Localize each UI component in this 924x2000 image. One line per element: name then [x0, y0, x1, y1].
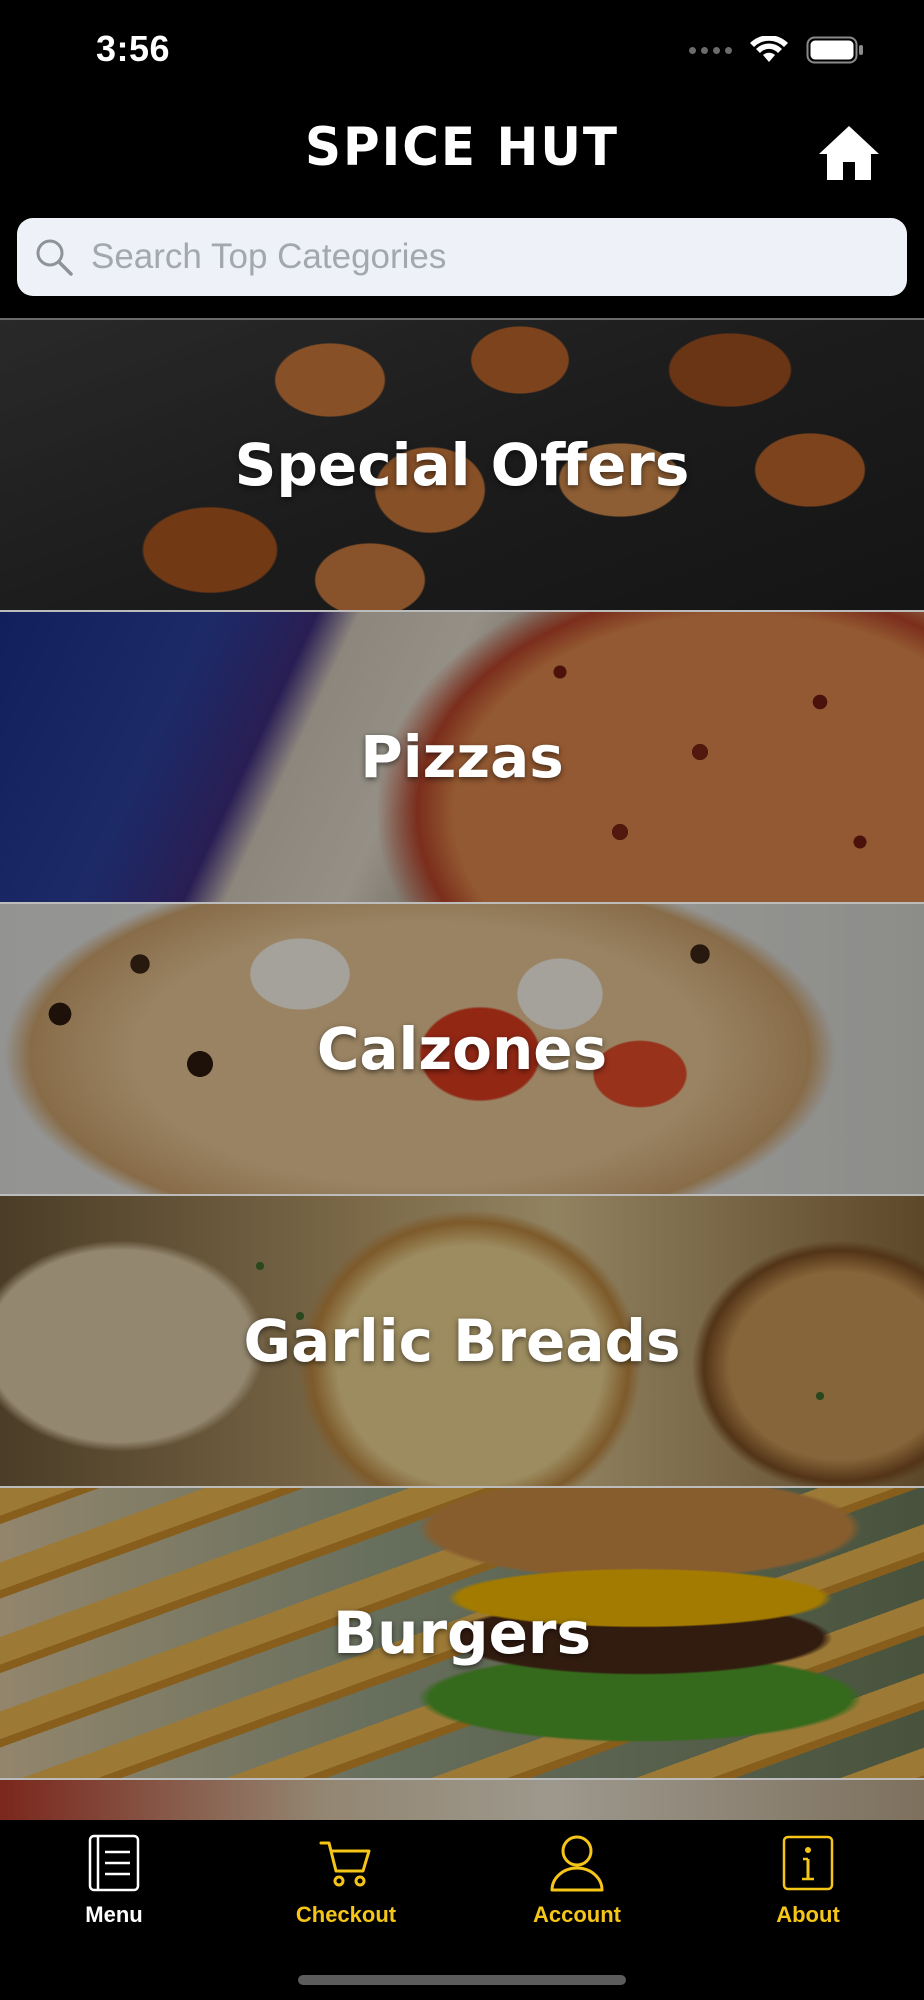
status-icons [689, 36, 864, 64]
app-title: SPICE HUT [304, 116, 620, 178]
category-tile-pizzas[interactable]: Pizzas [0, 612, 924, 904]
search-icon [33, 236, 75, 278]
category-tile-partial[interactable] [0, 1780, 924, 1822]
category-tile-calzones[interactable]: Calzones [0, 904, 924, 1196]
status-time: 3:56 [96, 28, 171, 69]
cart-icon [319, 1832, 373, 1894]
category-label: Calzones [316, 1015, 608, 1083]
category-tile-special-offers[interactable]: Special Offers [0, 320, 924, 612]
tab-menu[interactable]: Menu [34, 1832, 194, 1942]
home-indicator[interactable] [298, 1975, 626, 1985]
tab-about[interactable]: About [728, 1832, 888, 1942]
user-icon [549, 1832, 605, 1894]
info-icon [782, 1832, 834, 1894]
search-input[interactable] [89, 226, 907, 288]
home-icon [819, 126, 879, 180]
tab-checkout-label: Checkout [295, 1902, 397, 1927]
category-tile-garlic-breads[interactable]: Garlic Breads [0, 1196, 924, 1488]
app-header: SPICE HUT [0, 104, 924, 214]
signal-icon [689, 46, 732, 54]
battery-icon [806, 36, 863, 64]
category-tile-burgers[interactable]: Burgers [0, 1488, 924, 1780]
search-bar [0, 214, 924, 318]
category-label: Special Offers [234, 431, 690, 499]
wifi-icon [750, 36, 788, 62]
tab-bar: Menu Checkout Account About [0, 1820, 924, 2000]
tab-account[interactable]: Account [497, 1832, 657, 1942]
status-bar: 3:56 [0, 0, 924, 104]
category-label: Burgers [332, 1599, 592, 1667]
tab-checkout[interactable]: Checkout [266, 1832, 426, 1942]
menu-icon [88, 1832, 140, 1894]
tab-menu-label: Menu [85, 1902, 143, 1927]
category-label: Garlic Breads [243, 1307, 681, 1375]
search-box[interactable] [17, 218, 907, 296]
tab-account-label: Account [533, 1902, 621, 1927]
tab-about-label: About [776, 1902, 840, 1927]
home-button[interactable] [814, 118, 884, 188]
category-list: Special Offers Pizzas Calzones Garlic Br… [0, 318, 924, 1822]
category-label: Pizzas [360, 723, 564, 791]
